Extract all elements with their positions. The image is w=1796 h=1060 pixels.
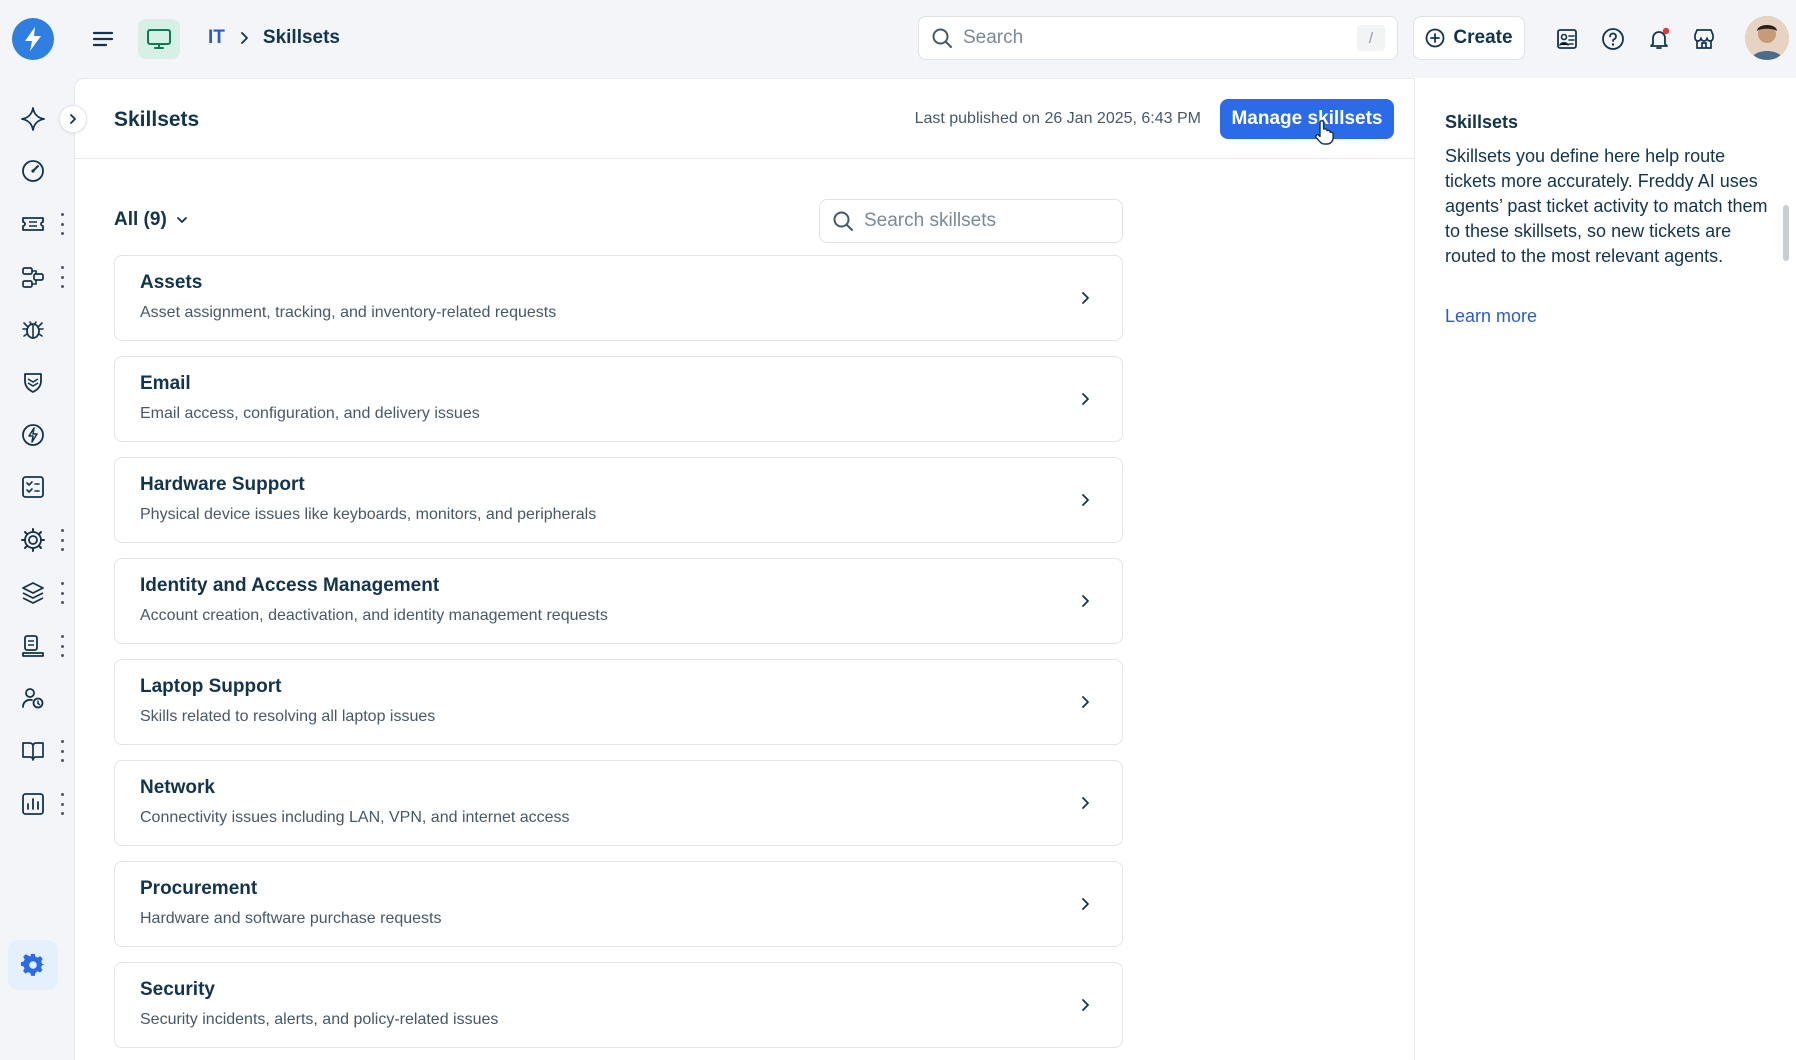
dashboard-icon[interactable]	[18, 156, 48, 186]
skillset-card[interactable]: Security Security incidents, alerts, and…	[114, 962, 1123, 1048]
breadcrumb: IT Skillsets	[208, 27, 340, 49]
tasks-icon[interactable]	[18, 472, 48, 502]
skillset-search[interactable]	[819, 199, 1123, 243]
service-desk-more-icon[interactable]	[58, 635, 66, 657]
global-search-input[interactable]	[963, 27, 1357, 49]
chevron-right-icon	[1076, 693, 1094, 711]
skillset-card[interactable]: Laptop Support Skills related to resolvi…	[114, 659, 1123, 745]
chevron-right-icon	[1076, 895, 1094, 913]
create-button-label: Create	[1453, 27, 1513, 48]
settings-more-icon[interactable]	[58, 529, 66, 551]
skillset-card[interactable]: Hardware Support Physical device issues …	[114, 457, 1123, 543]
chevron-right-icon	[1076, 390, 1094, 408]
workflow-more-icon[interactable]	[58, 266, 66, 288]
skillset-card[interactable]: Network Connectivity issues including LA…	[114, 760, 1123, 846]
admin-gear-icon[interactable]	[8, 940, 58, 990]
page-header: Skillsets Last published on 26 Jan 2025,…	[75, 79, 1415, 159]
shield-icon[interactable]	[18, 367, 48, 397]
skillset-name: Procurement	[140, 878, 258, 899]
chevron-right-icon	[1076, 794, 1094, 812]
left-navigation-rail	[0, 78, 74, 1060]
info-panel: Skillsets Skillsets you define here help…	[1414, 78, 1796, 1060]
filter-label: All (9)	[114, 209, 167, 230]
last-published-text: Last published on 26 Jan 2025, 6:43 PM	[914, 110, 1201, 127]
chevron-right-icon	[1076, 289, 1094, 307]
page-title: Skillsets	[114, 108, 200, 131]
info-panel-scrollbar[interactable]	[1783, 205, 1789, 261]
global-search[interactable]: /	[918, 16, 1398, 60]
skillset-description: Hardware and software purchase requests	[140, 910, 442, 927]
search-shortcut-key: /	[1357, 25, 1385, 51]
info-panel-description: Skillsets you define here help route tic…	[1445, 146, 1768, 266]
search-icon	[833, 211, 853, 231]
layers-icon[interactable]	[18, 578, 48, 608]
skillset-name: Network	[140, 777, 215, 798]
freddy-sparkle-icon[interactable]	[18, 104, 48, 134]
skillset-name: Laptop Support	[140, 676, 282, 697]
skillset-search-input[interactable]	[864, 210, 1110, 232]
ticket-more-icon[interactable]	[58, 213, 66, 235]
skillset-card[interactable]: Procurement Hardware and software purcha…	[114, 861, 1123, 947]
ticket-icon[interactable]	[18, 209, 48, 239]
reports-more-icon[interactable]	[58, 793, 66, 815]
contacts-icon[interactable]	[1553, 25, 1581, 53]
skillset-description: Physical device issues like keyboards, m…	[140, 506, 597, 523]
top-bar: IT Skillsets / Create	[0, 0, 1796, 78]
skillset-card[interactable]: Identity and Access Management Account c…	[114, 558, 1123, 644]
help-icon[interactable]	[1599, 25, 1627, 53]
skillset-list: Assets Asset assignment, tracking, and i…	[114, 255, 1123, 1060]
skillset-description: Connectivity issues including LAN, VPN, …	[140, 809, 570, 826]
menu-toggle-icon[interactable]	[90, 26, 116, 52]
skillset-filter-dropdown[interactable]: All (9)	[114, 209, 189, 231]
skillset-description: Skills related to resolving all laptop i…	[140, 708, 436, 725]
learn-more-link[interactable]: Learn more	[1445, 306, 1537, 327]
skillset-name: Email	[140, 373, 191, 394]
book-icon[interactable]	[18, 736, 48, 766]
skillset-name: Identity and Access Management	[140, 575, 440, 596]
expand-sidebar-button[interactable]	[59, 105, 87, 133]
book-more-icon[interactable]	[58, 740, 66, 762]
skillset-name: Assets	[140, 272, 203, 293]
plus-circle-icon	[1426, 28, 1445, 48]
skillset-name: Security	[140, 979, 215, 1000]
skillset-description: Asset assignment, tracking, and inventor…	[140, 304, 557, 321]
notifications-bell-icon[interactable]	[1645, 25, 1673, 53]
app-logo-icon[interactable]	[12, 18, 54, 60]
change-icon[interactable]	[18, 420, 48, 450]
people-icon[interactable]	[18, 683, 48, 713]
chevron-right-icon	[1076, 491, 1094, 509]
breadcrumb-workspace-link[interactable]: IT	[208, 27, 225, 49]
manage-skillsets-button[interactable]: Manage skillsets	[1220, 99, 1394, 139]
workflow-icon[interactable]	[18, 262, 48, 292]
bug-icon[interactable]	[18, 314, 48, 344]
marketplace-icon[interactable]	[1690, 25, 1718, 53]
chevron-right-icon	[1076, 996, 1094, 1014]
search-icon	[932, 28, 952, 48]
skillset-card[interactable]: Email Email access, configuration, and d…	[114, 356, 1123, 442]
reports-icon[interactable]	[18, 789, 48, 819]
breadcrumb-current: Skillsets	[262, 27, 340, 48]
layers-more-icon[interactable]	[58, 582, 66, 604]
create-button[interactable]: Create	[1413, 16, 1525, 60]
chevron-down-icon	[176, 217, 187, 223]
chevron-right-icon	[70, 114, 76, 124]
skillset-description: Email access, configuration, and deliver…	[140, 405, 480, 422]
main-panel: Skillsets Last published on 26 Jan 2025,…	[74, 78, 1415, 1060]
settings-gear-icon[interactable]	[18, 525, 48, 555]
skillset-description: Account creation, deactivation, and iden…	[140, 607, 608, 624]
skillset-name: Hardware Support	[140, 474, 305, 495]
chevron-right-icon	[1076, 592, 1094, 610]
skillset-card[interactable]: Assets Asset assignment, tracking, and i…	[114, 255, 1123, 341]
user-avatar[interactable]	[1745, 16, 1789, 60]
service-desk-icon[interactable]	[18, 631, 48, 661]
workspace-monitor-icon[interactable]	[138, 19, 180, 59]
info-panel-title: Skillsets	[1445, 112, 1519, 132]
skillset-description: Security incidents, alerts, and policy-r…	[140, 1011, 499, 1028]
chevron-right-icon	[239, 31, 249, 45]
